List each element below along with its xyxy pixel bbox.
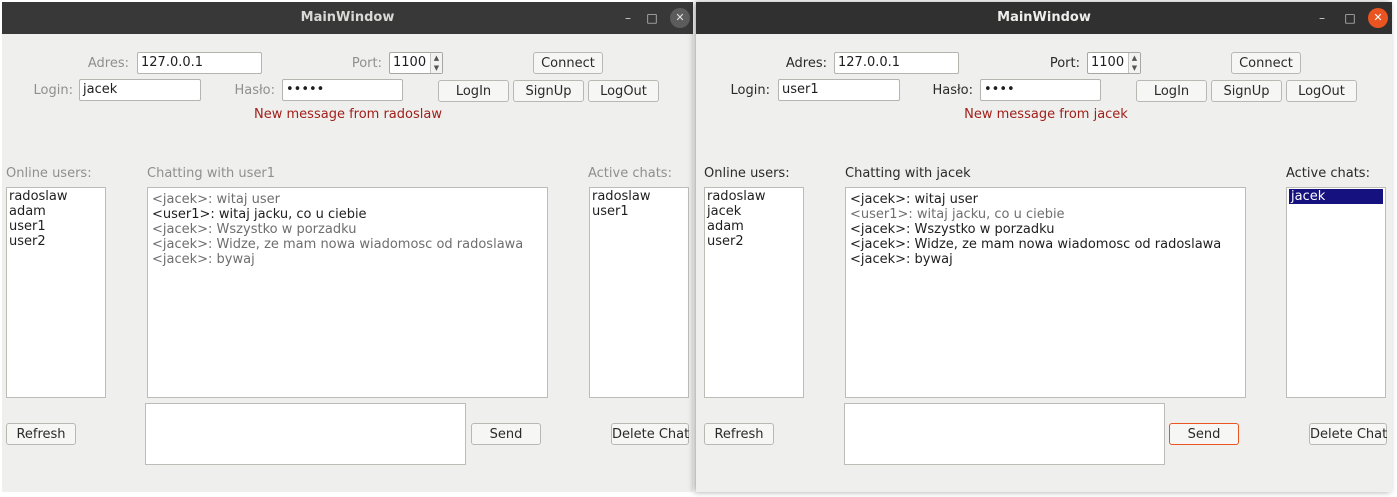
online-users-list[interactable]: radoslaw jacek adam user2: [704, 187, 804, 398]
signup-button[interactable]: SignUp: [513, 80, 584, 102]
maximize-icon[interactable]: □: [642, 8, 662, 28]
minimize-icon[interactable]: –: [1312, 8, 1332, 28]
delete-chat-button[interactable]: Delete Chat: [1309, 423, 1387, 445]
chat-message: <jacek>: bywaj: [850, 252, 953, 267]
chat-history[interactable]: <jacek>: witaj user <user1>: witaj jacku…: [147, 187, 548, 398]
active-chats-list[interactable]: jacek: [1286, 187, 1386, 398]
login-input[interactable]: jacek: [79, 79, 201, 101]
online-users-label: Online users:: [704, 166, 790, 181]
refresh-button[interactable]: Refresh: [6, 423, 76, 445]
list-item[interactable]: jacek: [707, 204, 801, 219]
port-spinbox[interactable]: 1100 ▲ ▼: [1087, 52, 1141, 74]
online-users-label: Online users:: [6, 166, 92, 181]
logout-button[interactable]: LogOut: [1286, 80, 1357, 102]
new-message-notification: New message from jacek: [964, 107, 1128, 122]
active-chats-label: Active chats:: [588, 166, 672, 181]
main-window-jacek: MainWindow – □ ✕ Adres: 127.0.0.1 Port: …: [2, 2, 693, 492]
signup-button[interactable]: SignUp: [1211, 80, 1282, 102]
chat-message: <jacek>: Widze, ze mam nowa wiadomosc od…: [850, 237, 1222, 252]
address-label: Adres:: [87, 56, 129, 71]
password-label: Hasło:: [932, 83, 973, 98]
port-value: 1100: [393, 55, 427, 70]
active-chats-list[interactable]: radoslaw user1: [589, 187, 689, 398]
message-input[interactable]: [145, 403, 466, 465]
title-bar[interactable]: MainWindow – □ ✕: [696, 2, 1392, 34]
port-label: Port:: [1049, 56, 1080, 71]
maximize-icon[interactable]: □: [1340, 8, 1360, 28]
main-window-user1: MainWindow – □ ✕ Adres: 127.0.0.1 Port: …: [696, 2, 1392, 492]
login-button[interactable]: LogIn: [438, 80, 509, 102]
address-label: Adres:: [785, 56, 827, 71]
online-users-list[interactable]: radoslaw adam user1 user2: [6, 187, 106, 398]
chatting-with-label: Chatting with jacek: [845, 166, 971, 181]
refresh-button[interactable]: Refresh: [704, 423, 774, 445]
chat-message: <jacek>: witaj user: [152, 192, 280, 207]
chat-message: <jacek>: witaj user: [850, 192, 978, 207]
port-value: 1100: [1091, 55, 1125, 70]
connect-button[interactable]: Connect: [533, 52, 603, 74]
chat-message: <jacek>: Widze, ze mam nowa wiadomosc od…: [152, 237, 524, 252]
chat-message: <user1>: witaj jacku, co u ciebie: [152, 207, 367, 222]
list-item[interactable]: radoslaw: [9, 189, 103, 204]
active-chats-label: Active chats:: [1286, 166, 1370, 181]
port-label: Port:: [351, 56, 382, 71]
list-item[interactable]: adam: [707, 219, 801, 234]
send-button[interactable]: Send: [1169, 423, 1239, 445]
password-label: Hasło:: [234, 83, 275, 98]
chat-message: <jacek>: Wszystko w porzadku: [850, 222, 1055, 237]
password-input[interactable]: ••••: [980, 79, 1101, 101]
message-input[interactable]: [844, 403, 1165, 465]
send-button[interactable]: Send: [471, 423, 541, 445]
chat-message: <jacek>: Wszystko w porzadku: [152, 222, 357, 237]
login-button[interactable]: LogIn: [1136, 80, 1207, 102]
list-item[interactable]: radoslaw: [592, 189, 686, 204]
chatting-with-label: Chatting with user1: [147, 166, 276, 181]
close-icon[interactable]: ✕: [1368, 8, 1388, 28]
spin-arrows-icon[interactable]: ▲ ▼: [430, 53, 442, 73]
chat-history[interactable]: <jacek>: witaj user <user1>: witaj jacku…: [845, 187, 1246, 398]
password-input[interactable]: •••••: [282, 79, 403, 101]
new-message-notification: New message from radoslaw: [254, 107, 442, 122]
address-input[interactable]: 127.0.0.1: [834, 52, 959, 74]
list-item[interactable]: radoslaw: [707, 189, 801, 204]
list-item[interactable]: user1: [9, 219, 103, 234]
chat-message: <jacek>: bywaj: [152, 252, 255, 267]
close-icon[interactable]: ✕: [670, 8, 690, 28]
window-title: MainWindow: [997, 10, 1091, 25]
chat-message: <user1>: witaj jacku, co u ciebie: [850, 207, 1065, 222]
window-title: MainWindow: [300, 10, 395, 25]
login-label: Login:: [730, 83, 770, 98]
login-input[interactable]: user1: [778, 79, 900, 101]
list-item[interactable]: user1: [592, 204, 686, 219]
address-input[interactable]: 127.0.0.1: [137, 52, 262, 74]
login-label: Login:: [33, 83, 73, 98]
title-bar[interactable]: MainWindow – □ ✕: [2, 2, 693, 34]
list-item[interactable]: user2: [9, 234, 103, 249]
list-item[interactable]: user2: [707, 234, 801, 249]
list-item-selected[interactable]: jacek: [1289, 189, 1383, 204]
spin-arrows-icon[interactable]: ▲ ▼: [1128, 53, 1140, 73]
port-spinbox[interactable]: 1100 ▲ ▼: [389, 52, 443, 74]
connect-button[interactable]: Connect: [1231, 52, 1301, 74]
delete-chat-button[interactable]: Delete Chat: [611, 423, 689, 445]
logout-button[interactable]: LogOut: [588, 80, 659, 102]
list-item[interactable]: adam: [9, 204, 103, 219]
minimize-icon[interactable]: –: [618, 8, 638, 28]
